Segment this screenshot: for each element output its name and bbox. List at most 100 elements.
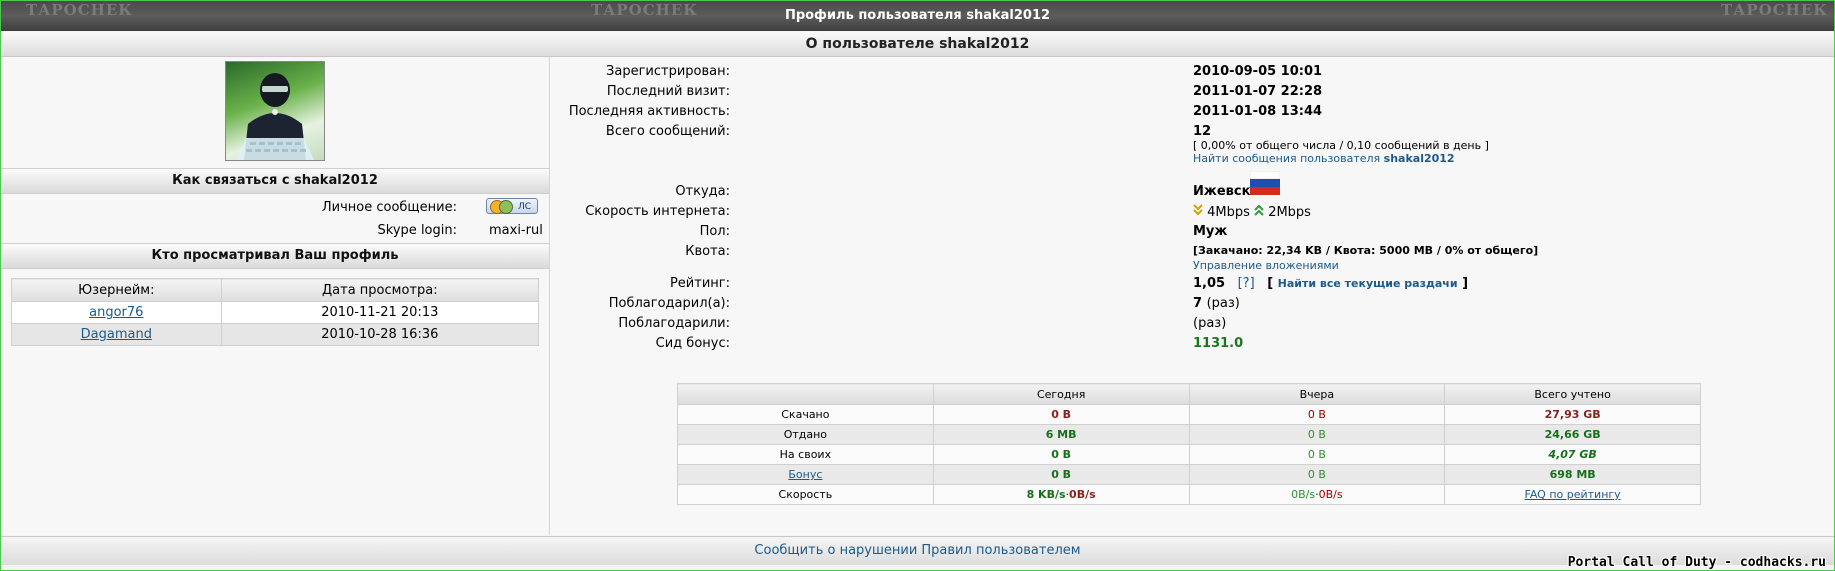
speed-upload-yesterday: 0B/s: [1291, 488, 1316, 501]
faq-rating-link[interactable]: FAQ по рейтингу: [1525, 488, 1621, 501]
viewer-user-cell: angor76: [11, 301, 222, 324]
posts-stats: [ 0,00% от общего числа / 0,10 сообщений…: [1193, 139, 1489, 152]
profile-page: ТАРОСНЕК ТАРОСНЕК ТАРОСНЕК Профиль польз…: [0, 0, 1835, 571]
avatar-image: [236, 73, 314, 160]
stat-total: 698 MB: [1444, 464, 1701, 485]
stat-total: 24,66 GB: [1444, 424, 1701, 445]
quota-label: Квота:: [685, 244, 730, 259]
from-value: Ижевск: [1193, 184, 1251, 199]
speed-label: Скорость интернета:: [585, 204, 730, 219]
find-releases-link[interactable]: Найти все текущие раздачи: [1278, 277, 1458, 290]
right-column: Зарегистрирован: 2010-09-05 10:01 Послед…: [550, 57, 1834, 535]
viewer-user-link[interactable]: angor76: [89, 305, 143, 320]
viewer-user-cell: Dagamand: [11, 323, 222, 346]
watermark-credit: Portal Call of Duty - codhacks.ru: [1567, 555, 1826, 570]
thanks-received-value: (раз): [1193, 316, 1227, 331]
report-violation-link[interactable]: Сообщить о нарушении Правил пользователе…: [754, 543, 1080, 558]
last-visit-label: Последний визит:: [606, 84, 730, 99]
speed-value: 4Mbps 2Mbps: [1193, 204, 1311, 220]
last-activity-value: 2011-01-08 13:44: [1193, 104, 1323, 119]
find-posts-link-user[interactable]: shakal2012: [1384, 152, 1455, 165]
stat-yesterday: 0 B: [1188, 464, 1446, 485]
speed-up: 2Mbps: [1268, 205, 1311, 220]
speed-download-today: 0B/s: [1069, 488, 1096, 501]
stats-table: Сегодня Вчера Всего учтено Скачано 0 B 0…: [677, 383, 1701, 505]
posts-label: Всего сообщений:: [605, 124, 730, 139]
thanked-row: Поблагодарил(а): 7 (раз): [550, 296, 1834, 316]
thanks-received-row: Поблагодарили: (раз): [550, 316, 1834, 336]
table-row: Бонус 0 B 0 B 698 MB: [677, 464, 1701, 485]
stat-today: 0 B: [932, 444, 1190, 465]
rating-row: Рейтинг: 1,05 [?] [ Найти все текущие ра…: [550, 276, 1834, 296]
stat-yesterday: 0 B: [1188, 424, 1446, 445]
thanked-value-wrap: 7 (раз): [1193, 296, 1240, 311]
stat-total: 27,93 GB: [1444, 404, 1701, 425]
stat-total-cell: FAQ по рейтингу: [1444, 484, 1701, 505]
speed-upload-today: 8 KB/s: [1026, 488, 1066, 501]
table-row: Отдано 6 MB 0 B 24,66 GB: [677, 424, 1701, 445]
thanked-value: 7: [1193, 296, 1203, 311]
thanked-unit: (раз): [1206, 296, 1240, 311]
find-posts-link-text[interactable]: Найти сообщения пользователя: [1193, 152, 1380, 165]
rating-link-wrap: [ Найти все текущие раздачи ]: [1267, 276, 1469, 291]
download-arrow-icon: [1193, 204, 1203, 216]
column-header: Всего учтено: [1444, 383, 1701, 405]
stat-label-cell: Бонус: [677, 464, 934, 485]
table-header-row: Сегодня Вчера Всего учтено: [677, 383, 1701, 405]
stat-yesterday: 0 B: [1188, 444, 1446, 465]
watermark: ТАРОСНЕК: [26, 1, 133, 19]
seed-bonus-value: 1131.0: [1193, 336, 1244, 351]
rating-help-link[interactable]: [?]: [1238, 276, 1255, 291]
column-header: Сегодня: [932, 383, 1190, 405]
seed-bonus-label: Сид бонус:: [655, 336, 730, 351]
stat-label: Отдано: [677, 424, 934, 445]
russia-flag-icon: [1250, 171, 1280, 195]
stat-today: 0 B: [932, 404, 1190, 425]
gender-value: Муж: [1193, 224, 1228, 239]
upload-arrow-icon: [1254, 204, 1264, 216]
rating-value-wrap: 1,05 [?] [ Найти все текущие раздачи ]: [1193, 276, 1468, 291]
table-row: На своих 0 B 0 B 4,07 GB: [677, 444, 1701, 465]
footer-bar: Сообщить о нарушении Правил пользователе…: [1, 536, 1834, 565]
stat-today: 0 B: [932, 464, 1190, 485]
registered-value: 2010-09-05 10:01: [1193, 64, 1323, 79]
last-activity-label: Последняя активность:: [568, 104, 730, 119]
stat-label: Скачано: [677, 404, 934, 425]
bonus-link[interactable]: Бонус: [788, 468, 822, 481]
column-header: [677, 383, 934, 405]
rating-label: Рейтинг:: [669, 276, 730, 291]
watermark: ТАРОСНЕК: [591, 1, 698, 19]
stat-label: На своих: [677, 444, 934, 465]
last-visit-value: 2011-01-07 22:28: [1193, 84, 1323, 99]
quota-row: Квота: [Закачано: 22,34 KB / Квота: 5000…: [550, 244, 1834, 264]
section-title: О пользователе shakal2012: [1, 32, 1834, 57]
speed-download-yesterday: 0B/s: [1318, 488, 1343, 501]
posts-value: 12: [1193, 124, 1212, 139]
from-row: Откуда: Ижевск: [550, 184, 1834, 204]
quota-value: [Закачано: 22,34 KB / Квота: 5000 MB / 0…: [1193, 244, 1539, 257]
viewer-user-link[interactable]: Dagamand: [81, 327, 152, 342]
page-title: Профиль пользователя shakal2012: [784, 8, 1051, 23]
speed-down: 4Mbps: [1207, 205, 1250, 220]
find-posts-link[interactable]: Найти сообщения пользователя shakal2012: [1193, 152, 1455, 165]
table-row: Скачано 0 B 0 B 27,93 GB: [677, 404, 1701, 425]
column-header: Вчера: [1188, 383, 1446, 405]
stat-yesterday-speed: 0B/s·0B/s: [1188, 484, 1446, 505]
registered-label: Зарегистрирован:: [606, 64, 730, 79]
stat-total: 4,07 GB: [1444, 444, 1701, 465]
registered-row: Зарегистрирован: 2010-09-05 10:01: [550, 64, 1834, 84]
avatar: [225, 61, 325, 161]
gender-label: Пол:: [699, 224, 730, 239]
title-bar: ТАРОСНЕК ТАРОСНЕК ТАРОСНЕК Профиль польз…: [1, 1, 1834, 31]
watermark: ТАРОСНЕК: [1721, 1, 1828, 19]
thanks-received-label: Поблагодарили:: [618, 316, 730, 331]
column-header: Юзернейм:: [11, 278, 222, 302]
stat-today: 6 MB: [932, 424, 1190, 445]
gender-row: Пол: Муж: [550, 224, 1834, 244]
table-row: Скорость 8 KB/s·0B/s 0B/s·0B/s FAQ по ре…: [677, 484, 1701, 505]
thanked-label: Поблагодарил(а):: [608, 296, 730, 311]
speed-row: Скорость интернета: 4Mbps 2Mbps: [550, 204, 1834, 224]
last-activity-row: Последняя активность: 2011-01-08 13:44: [550, 104, 1834, 124]
seed-bonus-row: Сид бонус: 1131.0: [550, 336, 1834, 356]
quota-manage-link[interactable]: Управление вложениями: [1193, 259, 1339, 272]
